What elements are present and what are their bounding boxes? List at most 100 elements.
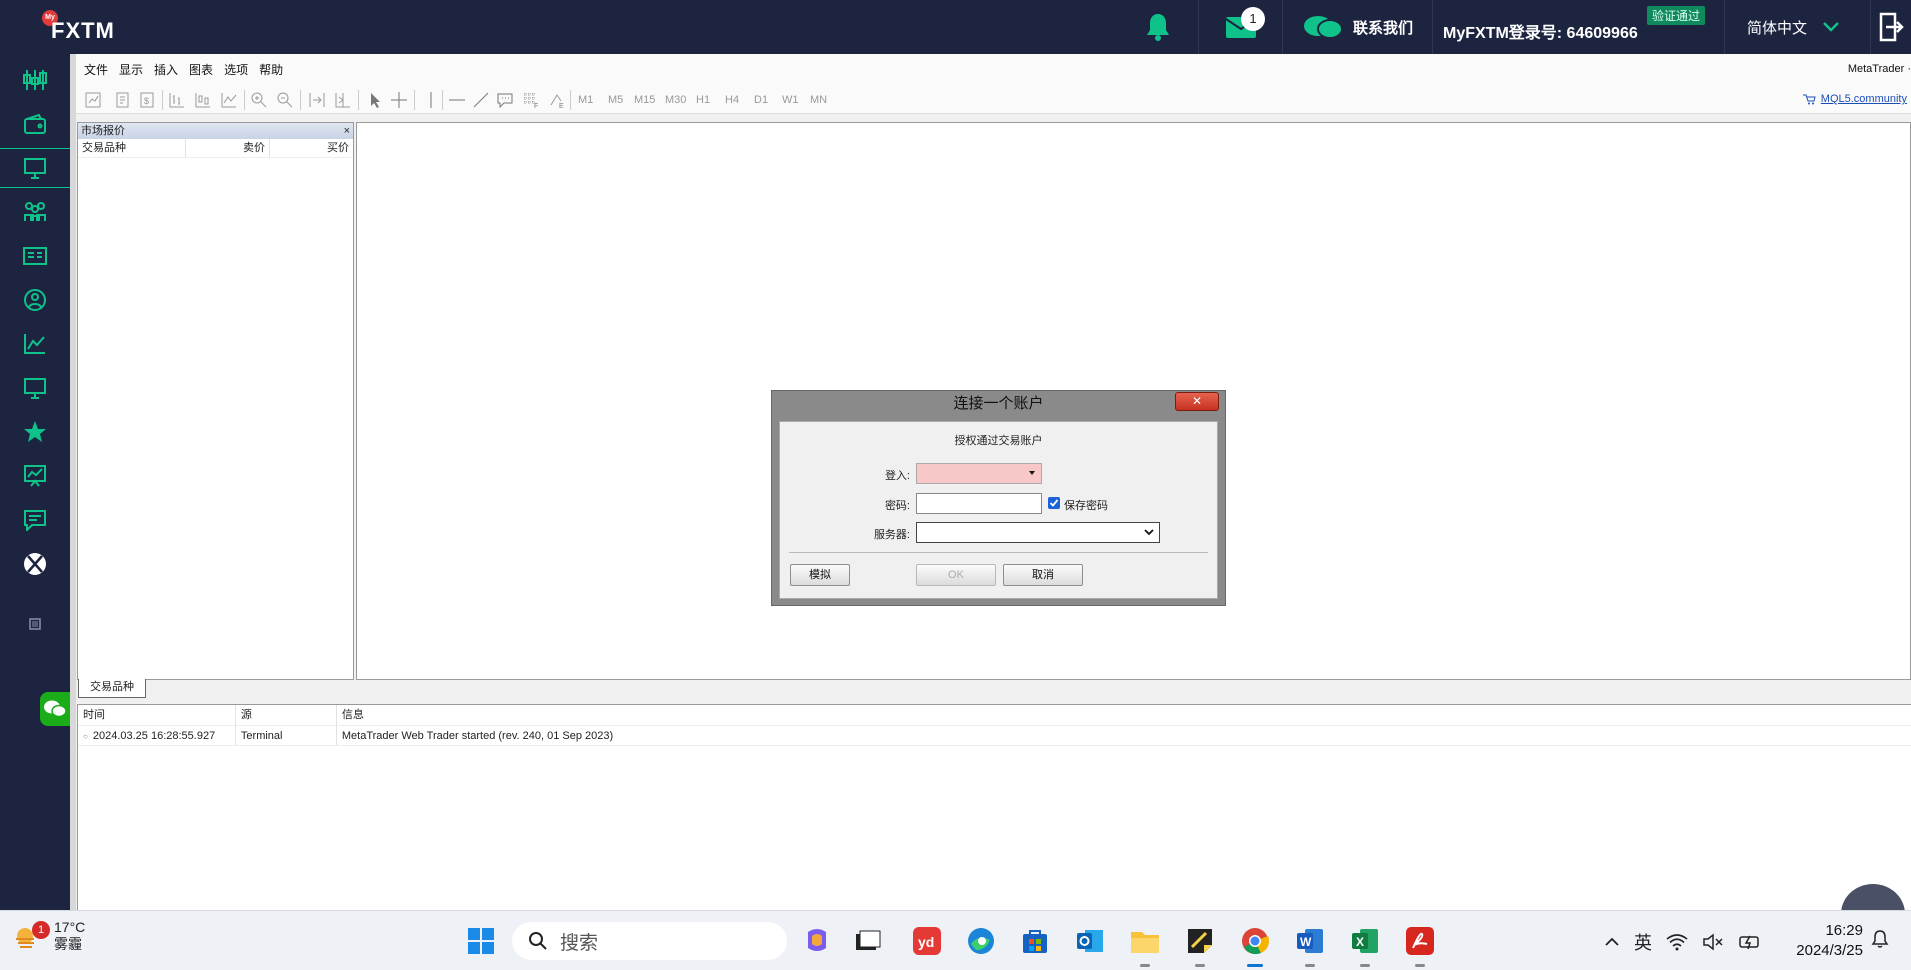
rail-chat-icon[interactable] xyxy=(0,500,70,540)
timeframe-m1[interactable]: M1 xyxy=(578,94,593,106)
auto-scroll-icon[interactable] xyxy=(308,91,326,109)
contact-us-button[interactable]: 联系我们 xyxy=(1282,0,1432,54)
chevron-up-icon[interactable] xyxy=(1604,937,1620,947)
chrome-app[interactable] xyxy=(1238,924,1272,967)
excel-app[interactable]: X xyxy=(1348,924,1382,967)
start-button[interactable] xyxy=(464,924,498,958)
timeframe-d1[interactable]: D1 xyxy=(754,94,768,106)
copilot-app[interactable] xyxy=(800,924,834,958)
zoom-in-icon[interactable] xyxy=(250,91,268,109)
column-bid[interactable]: 卖价 xyxy=(186,139,270,157)
password-field[interactable] xyxy=(916,493,1042,514)
task-view-app[interactable] xyxy=(851,924,885,958)
objects-icon[interactable]: E xyxy=(548,91,566,109)
timeframe-m30[interactable]: M30 xyxy=(665,94,686,106)
rail-analytics-icon[interactable] xyxy=(0,456,70,496)
table-row[interactable]: ○ 2024.03.25 16:28:55.927 Terminal MetaTr… xyxy=(78,726,1911,746)
dialog-close-button[interactable]: ✕ xyxy=(1175,392,1219,411)
timeframe-m5[interactable]: M5 xyxy=(608,94,623,106)
edge-app[interactable] xyxy=(964,924,998,958)
rail-desktop-icon[interactable] xyxy=(0,368,70,408)
horizontal-line-icon[interactable] xyxy=(448,91,466,109)
menu-insert[interactable]: 插入 xyxy=(154,61,178,78)
wifi-icon[interactable] xyxy=(1666,933,1688,951)
zoom-out-icon[interactable] xyxy=(276,91,294,109)
column-source[interactable]: 源 xyxy=(236,705,337,725)
taskbar-search[interactable]: 搜索 xyxy=(512,922,787,960)
line-chart-icon[interactable] xyxy=(220,91,238,109)
rail-ball-icon[interactable] xyxy=(0,544,70,584)
rail-monitor-icon[interactable] xyxy=(0,148,70,188)
crosshair-icon[interactable] xyxy=(390,91,408,109)
cursor-icon[interactable] xyxy=(366,91,384,109)
word-app[interactable]: W xyxy=(1293,924,1327,967)
fibonacci-icon[interactable]: F xyxy=(522,91,540,109)
menu-view[interactable]: 显示 xyxy=(119,61,143,78)
timeframe-m15[interactable]: M15 xyxy=(634,94,655,106)
menu-options[interactable]: 选项 xyxy=(224,61,248,78)
timeframe-h1[interactable]: H1 xyxy=(696,94,710,106)
rail-partners-icon[interactable] xyxy=(0,192,70,232)
dialog-title-bar[interactable]: 连接一个账户 ✕ xyxy=(772,391,1225,417)
column-message[interactable]: 信息 xyxy=(337,705,1911,725)
toolbar-separator xyxy=(358,90,359,110)
server-select[interactable] xyxy=(916,522,1160,543)
rail-profile-icon[interactable] xyxy=(0,280,70,320)
save-password-checkbox[interactable] xyxy=(1048,497,1060,509)
trendline-icon[interactable] xyxy=(472,91,490,109)
wechat-float-button[interactable] xyxy=(40,692,70,726)
system-clock[interactable]: 16:29 2024/3/25 xyxy=(1785,921,1863,961)
timeframe-h4[interactable]: H4 xyxy=(725,94,739,106)
dialog-subtitle: 授权通过交易账户 xyxy=(954,435,1043,447)
volume-muted-icon[interactable] xyxy=(1702,933,1724,951)
sticky-notes-app[interactable] xyxy=(1183,924,1217,967)
rail-news-icon[interactable] xyxy=(0,236,70,276)
svg-text:yd: yd xyxy=(918,934,934,950)
rail-small-icon[interactable] xyxy=(0,604,70,644)
notification-icon[interactable] xyxy=(1870,929,1890,949)
column-symbol[interactable]: 交易品种 xyxy=(78,139,186,157)
ime-indicator[interactable]: 英 xyxy=(1634,929,1652,955)
rail-trading-icon[interactable] xyxy=(0,60,70,100)
candlestick-icon[interactable] xyxy=(194,91,212,109)
chart-shift-icon[interactable] xyxy=(334,91,352,109)
mql5-community-link[interactable]: MQL5.community xyxy=(1802,93,1907,105)
wechat-icon xyxy=(44,700,67,718)
save-password-label[interactable]: 保存密码 xyxy=(1064,497,1108,513)
timeframe-w1[interactable]: W1 xyxy=(782,94,799,106)
rail-wallet-icon[interactable] xyxy=(0,104,70,144)
battery-icon[interactable] xyxy=(1738,933,1762,951)
menu-help[interactable]: 帮助 xyxy=(259,61,283,78)
timeframe-mn[interactable]: MN xyxy=(810,94,827,106)
login-combobox[interactable] xyxy=(916,463,1042,484)
messages-button[interactable]: 1 xyxy=(1198,0,1282,54)
new-order-icon[interactable] xyxy=(114,91,132,109)
language-selector[interactable]: 简体中文 xyxy=(1724,0,1870,54)
weather-widget[interactable]: 1 17°C 雾霾 xyxy=(12,919,85,953)
history-icon[interactable]: $ xyxy=(138,91,156,109)
text-label-icon[interactable] xyxy=(496,91,514,109)
bar-chart-icon[interactable] xyxy=(168,91,186,109)
outlook-app[interactable] xyxy=(1073,924,1107,958)
demo-button[interactable]: 模拟 xyxy=(790,564,850,586)
rail-star-icon[interactable] xyxy=(0,412,70,452)
acrobat-app[interactable] xyxy=(1403,924,1437,967)
rail-chart-icon[interactable] xyxy=(0,324,70,364)
column-time[interactable]: 时间 xyxy=(78,705,236,725)
store-app[interactable] xyxy=(1018,924,1052,958)
clock-date: 2024/3/25 xyxy=(1796,942,1863,959)
logout-button[interactable] xyxy=(1870,0,1911,54)
menu-file[interactable]: 文件 xyxy=(84,61,108,78)
ok-button[interactable]: OK xyxy=(916,564,996,586)
tab-symbols[interactable]: 交易品种 xyxy=(78,679,146,698)
youdao-app[interactable]: yd xyxy=(910,924,944,958)
column-ask[interactable]: 买价 xyxy=(270,139,353,157)
new-chart-icon[interactable] xyxy=(84,91,102,109)
chevron-down-icon xyxy=(1144,529,1154,536)
menu-charts[interactable]: 图表 xyxy=(189,61,213,78)
notifications-button[interactable] xyxy=(1118,0,1198,54)
cancel-button[interactable]: 取消 xyxy=(1003,564,1083,586)
market-watch-close-icon[interactable]: × xyxy=(344,123,350,139)
file-explorer-app[interactable] xyxy=(1128,924,1162,967)
vertical-line-icon[interactable] xyxy=(422,91,440,109)
